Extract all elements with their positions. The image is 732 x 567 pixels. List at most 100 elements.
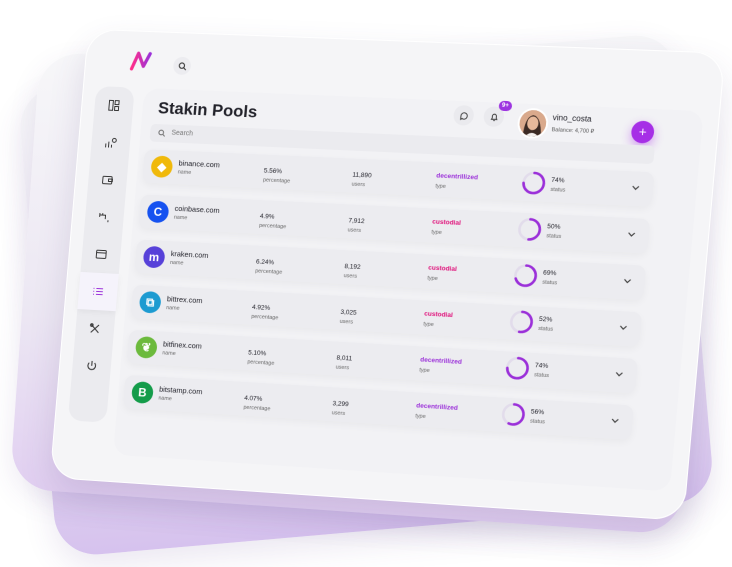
- pool-type: custodial: [427, 264, 458, 274]
- chevron-down-icon[interactable]: [626, 229, 637, 240]
- status-label: status: [529, 418, 546, 426]
- name-label: name: [158, 395, 172, 403]
- notification-badge: 9+: [498, 100, 513, 112]
- add-button[interactable]: +: [630, 120, 655, 144]
- pool-percentage: 4.92%: [251, 303, 271, 312]
- app-logo-icon: [128, 50, 153, 73]
- name-label: name: [177, 169, 192, 176]
- sidebar-item-dashboard[interactable]: [93, 86, 135, 125]
- sidebar-item-wallet[interactable]: [87, 160, 128, 199]
- pool-name: binance.com: [178, 158, 221, 170]
- status-ring: [515, 216, 544, 243]
- type-label: type: [431, 229, 442, 237]
- sidebar-item-faucet[interactable]: [84, 198, 125, 237]
- main-panel: Stakin Pools 9+ vino_costa Balance: 4,70…: [112, 88, 704, 492]
- pool-users: 7,912: [348, 217, 365, 226]
- chevron-down-icon[interactable]: [610, 415, 621, 426]
- name-label: name: [169, 259, 184, 267]
- pool-name: bitstamp.com: [158, 384, 203, 397]
- search-input[interactable]: Search: [171, 130, 193, 138]
- name-label: name: [173, 214, 188, 222]
- pool-percentage: 4.07%: [243, 394, 263, 403]
- pool-status: 56%: [530, 408, 545, 417]
- pool-percentage: 5.10%: [247, 349, 267, 358]
- pool-users: 3,299: [332, 400, 349, 409]
- search-icon: [177, 61, 186, 70]
- name-label: name: [165, 305, 180, 312]
- pool-type: custodial: [431, 218, 462, 227]
- status-ring: [511, 262, 540, 290]
- percentage-label: percentage: [251, 313, 279, 322]
- pool-type: decentrillized: [435, 172, 479, 182]
- chevron-down-icon[interactable]: [630, 182, 641, 193]
- pool-users: 8,011: [336, 354, 353, 363]
- top-search-button[interactable]: [172, 56, 192, 76]
- type-label: type: [419, 367, 430, 375]
- percentage-label: percentage: [254, 268, 283, 276]
- pool-status: 52%: [538, 315, 553, 324]
- type-label: type: [415, 413, 426, 421]
- sidebar-item-logout[interactable]: [71, 346, 112, 385]
- chat-button[interactable]: [452, 104, 475, 126]
- pool-users: 11,890: [352, 171, 372, 180]
- pool-users: 3,025: [340, 308, 357, 317]
- chevron-down-icon[interactable]: [618, 322, 629, 333]
- coin-logo-icon: ❦: [134, 336, 158, 359]
- chevron-down-icon[interactable]: [622, 276, 633, 287]
- users-label: users: [331, 410, 346, 418]
- pool-status: 74%: [550, 176, 565, 185]
- status-ring: [499, 401, 528, 429]
- pool-name: coinbase.com: [174, 203, 220, 215]
- coin-logo-icon: ⧉: [138, 290, 162, 314]
- coin-logo-icon: m: [142, 245, 166, 269]
- chevron-down-icon[interactable]: [614, 369, 625, 380]
- sidebar-item-stats[interactable]: [90, 123, 132, 162]
- pool-name: bitfinex.com: [162, 339, 203, 351]
- tools-icon: [89, 322, 101, 334]
- type-label: type: [427, 275, 438, 283]
- stats-icon: [105, 137, 118, 149]
- username: vino_costa: [552, 113, 593, 124]
- list-icon: [92, 285, 104, 297]
- power-icon: [85, 360, 97, 372]
- pool-status: 69%: [542, 269, 557, 278]
- users-label: users: [343, 273, 358, 280]
- page-title: Stakin Pools: [157, 98, 259, 122]
- pool-name: bittrex.com: [166, 294, 203, 306]
- search-icon: [158, 129, 166, 137]
- type-label: type: [423, 321, 434, 329]
- bell-icon: [489, 112, 499, 121]
- pool-type: decentrillized: [419, 356, 463, 366]
- pool-percentage: 5.56%: [263, 167, 283, 176]
- users-label: users: [351, 181, 366, 189]
- chat-icon: [459, 111, 469, 120]
- tilted-mockup: Stakin Pools 9+ vino_costa Balance: 4,70…: [49, 28, 726, 521]
- sidebar-item-tools[interactable]: [74, 309, 115, 348]
- pool-users: 8,192: [344, 263, 361, 271]
- users-label: users: [335, 364, 350, 372]
- type-label: type: [435, 183, 447, 190]
- coin-logo-icon: ◆: [150, 155, 174, 179]
- avatar[interactable]: [518, 109, 548, 137]
- pool-status: 74%: [534, 362, 549, 370]
- pool-type: decentrillized: [415, 402, 459, 412]
- status-label: status: [546, 233, 562, 241]
- wallet-icon: [101, 174, 113, 186]
- users-label: users: [347, 227, 362, 234]
- status-ring: [519, 169, 548, 196]
- pool-percentage: 6.24%: [255, 258, 275, 267]
- percentage-label: percentage: [243, 404, 271, 413]
- window-icon: [95, 248, 107, 260]
- faucet-icon: [98, 211, 110, 223]
- status-label: status: [537, 325, 554, 333]
- status-label: status: [541, 279, 558, 287]
- pool-type: custodial: [423, 310, 454, 320]
- status-label: status: [533, 372, 550, 380]
- user-balance: Balance: 4,700 ₽: [551, 127, 595, 136]
- pool-name: kraken.com: [170, 249, 209, 260]
- sidebar-item-window[interactable]: [81, 235, 122, 274]
- sidebar-item-pools[interactable]: [77, 271, 119, 312]
- status-label: status: [550, 186, 566, 194]
- percentage-label: percentage: [247, 359, 275, 367]
- status-ring: [503, 354, 532, 382]
